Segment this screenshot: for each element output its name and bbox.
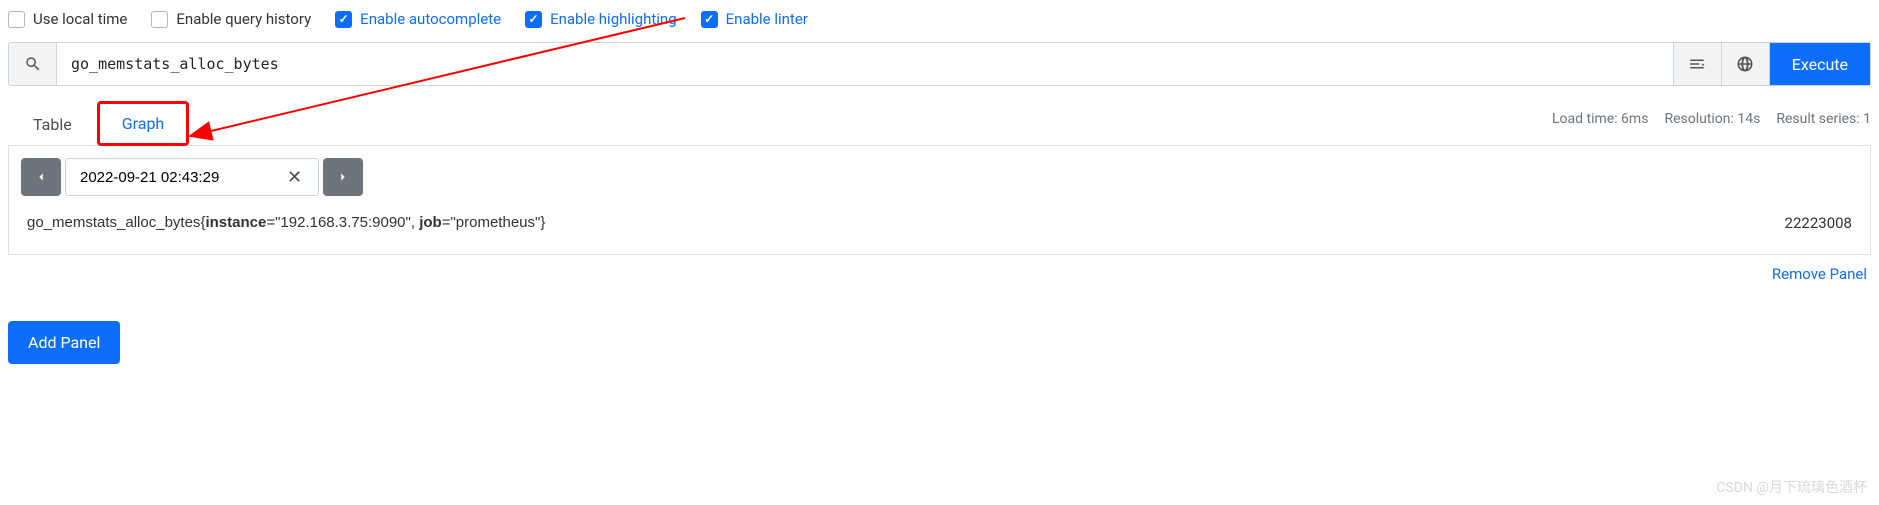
add-panel-button[interactable]: Add Panel [8, 321, 120, 364]
time-next-button[interactable] [323, 158, 363, 196]
label-val-job: "prometheus" [450, 214, 540, 231]
result-row: go_memstats_alloc_bytes{instance="192.16… [21, 196, 1858, 242]
checkbox-label: Enable query history [176, 10, 311, 28]
tab-graph[interactable]: Graph [97, 101, 190, 146]
checkbox-label: Enable autocomplete [360, 10, 501, 28]
execute-button[interactable]: Execute [1769, 43, 1870, 85]
tabs-row: Table Graph Load time: 6ms Resolution: 1… [8, 100, 1871, 146]
metric-name: go_memstats_alloc_bytes [27, 214, 200, 231]
checkbox-label: Use local time [33, 10, 127, 28]
label-key-job: job [419, 214, 442, 231]
checkbox-icon [8, 11, 25, 28]
search-icon [9, 43, 57, 85]
checkbox-icon [701, 11, 718, 28]
format-query-button[interactable] [1673, 43, 1721, 85]
checkbox-icon [525, 11, 542, 28]
query-options-row: Use local time Enable query history Enab… [8, 4, 1871, 42]
stat-load-time: Load time: 6ms [1552, 111, 1648, 127]
time-navigation: ✕ [21, 158, 1858, 196]
checkbox-label: Enable highlighting [550, 10, 677, 28]
time-prev-button[interactable] [21, 158, 61, 196]
checkbox-icon [151, 11, 168, 28]
stat-resolution: Resolution: 14s [1664, 111, 1760, 127]
enable-query-history-checkbox[interactable]: Enable query history [151, 10, 311, 28]
result-metric: go_memstats_alloc_bytes{instance="192.16… [27, 214, 545, 232]
query-stats: Load time: 6ms Resolution: 14s Result se… [1552, 111, 1871, 135]
enable-highlighting-checkbox[interactable]: Enable highlighting [525, 10, 677, 28]
stat-result-series: Result series: 1 [1776, 111, 1871, 127]
time-input-wrapper: ✕ [65, 158, 319, 196]
enable-linter-checkbox[interactable]: Enable linter [701, 10, 808, 28]
watermark: CSDN @月下琉璃色酒杯 [1716, 477, 1867, 497]
remove-panel-link[interactable]: Remove Panel [8, 255, 1871, 293]
checkbox-icon [335, 11, 352, 28]
expression-input[interactable] [57, 43, 1673, 85]
clear-time-button[interactable]: ✕ [279, 167, 310, 188]
globe-icon-button[interactable] [1721, 43, 1769, 85]
panel-body: ✕ go_memstats_alloc_bytes{instance="192.… [8, 146, 1871, 255]
tab-table[interactable]: Table [8, 102, 97, 146]
checkbox-label: Enable linter [726, 10, 808, 28]
use-local-time-checkbox[interactable]: Use local time [8, 10, 127, 28]
label-val-instance: "192.168.3.75:9090" [275, 214, 411, 231]
enable-autocomplete-checkbox[interactable]: Enable autocomplete [335, 10, 501, 28]
query-bar: Execute [8, 42, 1871, 86]
label-key-instance: instance [205, 214, 266, 231]
evaluation-time-input[interactable] [80, 169, 279, 186]
result-value: 22223008 [1785, 214, 1852, 232]
